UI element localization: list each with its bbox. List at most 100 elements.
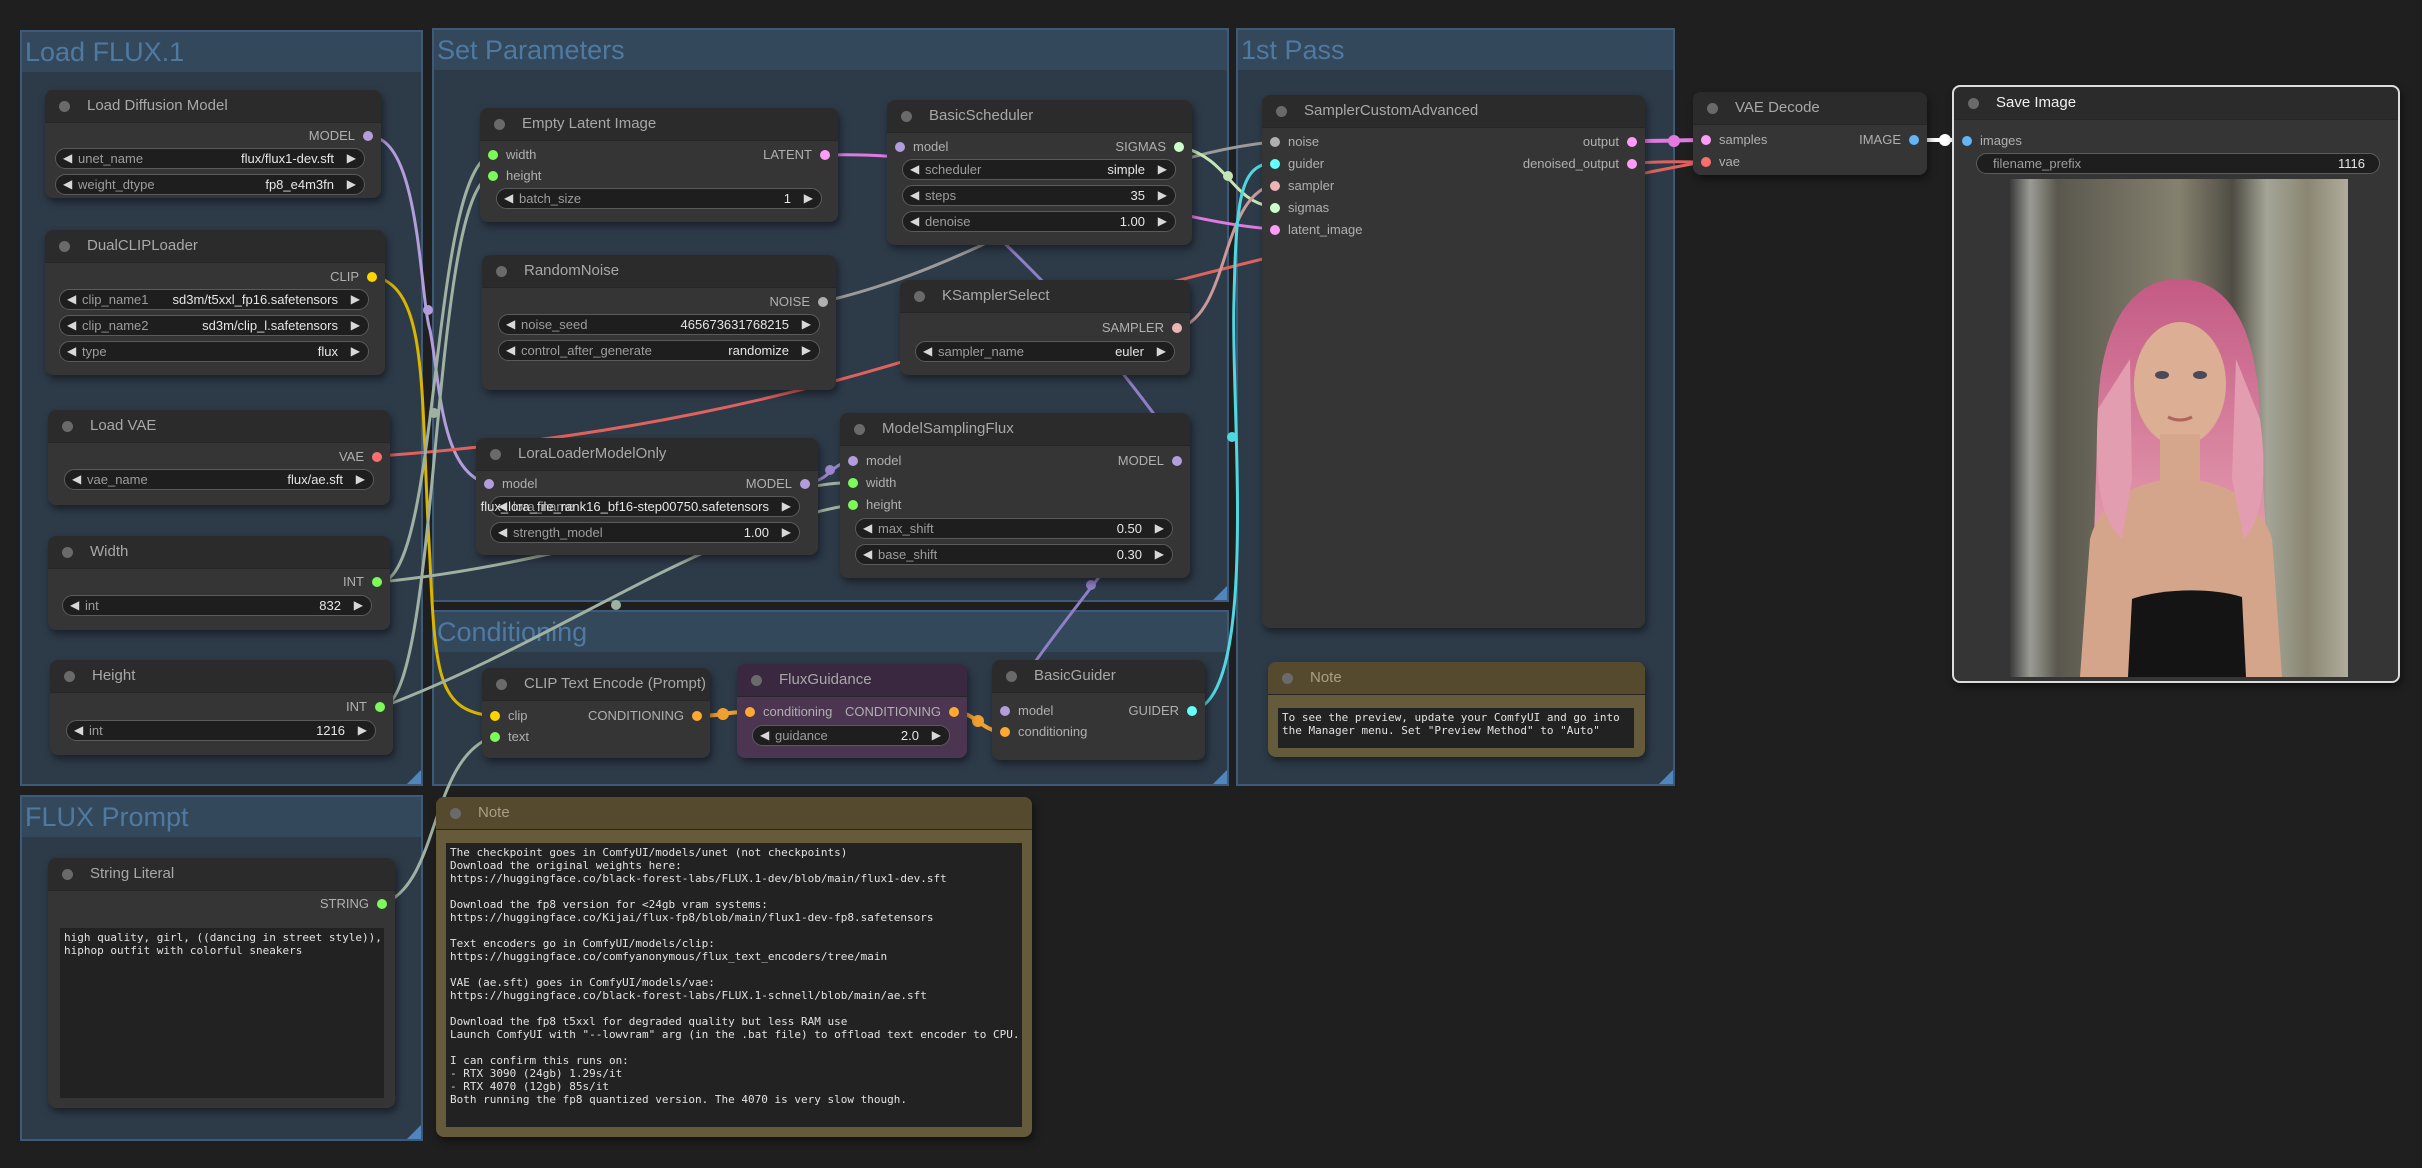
node-random-noise[interactable]: RandomNoise NOISE ◀ noise_seed 46567363176… — [482, 255, 836, 390]
image-preview[interactable] — [2010, 179, 2348, 677]
pin-icon[interactable] — [1270, 203, 1280, 213]
collapse-dot-icon[interactable] — [1707, 103, 1718, 114]
input-slot-vae[interactable]: vae — [1693, 154, 1740, 170]
group-title[interactable]: Load FLUX.1 — [22, 32, 421, 72]
input-slot-guider[interactable]: guider — [1262, 156, 1324, 172]
prompt-text-area[interactable]: high quality, girl, ((dancing in street … — [60, 928, 384, 1098]
group-resize-handle[interactable] — [1213, 586, 1227, 600]
pin-icon[interactable] — [1627, 159, 1637, 169]
arrow-left-icon[interactable]: ◀ — [504, 189, 513, 208]
input-slot-latent-image[interactable]: latent_image — [1262, 222, 1362, 238]
arrow-left-icon[interactable]: ◀ — [910, 160, 919, 179]
arrow-right-icon[interactable]: ▶ — [351, 342, 360, 361]
collapse-dot-icon[interactable] — [1006, 671, 1017, 682]
note-text-area[interactable]: The checkpoint goes in ComfyUI/models/un… — [446, 843, 1022, 1127]
arrow-left-icon[interactable]: ◀ — [863, 545, 872, 564]
collapse-dot-icon[interactable] — [62, 421, 73, 432]
widget-weight-dtype[interactable]: ◀ weight_dtype fp8_e4m3fn ▶ — [55, 174, 365, 195]
arrow-left-icon[interactable]: ◀ — [67, 316, 76, 335]
pin-icon[interactable] — [820, 150, 830, 160]
output-slot-noise[interactable]: NOISE — [770, 294, 836, 310]
arrow-right-icon[interactable]: ▶ — [1155, 545, 1164, 564]
input-slot-height[interactable]: height — [840, 497, 901, 513]
widget-clip-name2[interactable]: ◀ clip_name2 sd3m/clip_l.safetensors ▶ — [59, 315, 369, 336]
widget-strength-model[interactable]: ◀ strength_model 1.00 ▶ — [490, 522, 800, 543]
node-note-main[interactable]: Note The checkpoint goes in ComfyUI/mode… — [436, 797, 1032, 1137]
arrow-right-icon[interactable]: ▶ — [1158, 160, 1167, 179]
node-title[interactable]: FluxGuidance — [737, 664, 967, 697]
collapse-dot-icon[interactable] — [1282, 673, 1293, 684]
widget-guidance[interactable]: ◀ guidance 2.0 ▶ — [752, 725, 950, 746]
arrow-right-icon[interactable]: ▶ — [351, 316, 360, 335]
input-slot-width[interactable]: width — [840, 475, 896, 491]
arrow-right-icon[interactable]: ▶ — [347, 175, 356, 194]
arrow-right-icon[interactable]: ▶ — [347, 149, 356, 168]
output-slot-conditioning[interactable]: CONDITIONING — [588, 708, 710, 724]
arrow-left-icon[interactable]: ◀ — [760, 726, 769, 745]
output-slot-clip[interactable]: CLIP — [330, 269, 385, 285]
output-slot-output[interactable]: output — [1583, 134, 1645, 150]
pin-icon[interactable] — [895, 142, 905, 152]
node-ksampler-select[interactable]: KSamplerSelect SAMPLER ◀ sampler_name eule… — [900, 280, 1190, 375]
pin-icon[interactable] — [488, 150, 498, 160]
node-load-diffusion-model[interactable]: Load Diffusion Model MODEL ◀ unet_name flu… — [45, 90, 381, 198]
arrow-right-icon[interactable]: ▶ — [1157, 342, 1166, 361]
pin-icon[interactable] — [1270, 159, 1280, 169]
group-resize-handle[interactable] — [407, 1125, 421, 1139]
pin-icon[interactable] — [1701, 157, 1711, 167]
arrow-right-icon[interactable]: ▶ — [1155, 519, 1164, 538]
widget-int[interactable]: ◀ int 832 ▶ — [62, 595, 372, 616]
widget-base-shift[interactable]: ◀ base_shift 0.30 ▶ — [855, 544, 1173, 565]
collapse-dot-icon[interactable] — [751, 675, 762, 686]
pin-icon[interactable] — [367, 272, 377, 282]
output-slot-string[interactable]: STRING — [320, 896, 395, 912]
input-slot-sigmas[interactable]: sigmas — [1262, 200, 1329, 216]
pin-icon[interactable] — [818, 297, 828, 307]
input-slot-conditioning[interactable]: conditioning — [737, 704, 832, 720]
collapse-dot-icon[interactable] — [62, 547, 73, 558]
pin-icon[interactable] — [1270, 137, 1280, 147]
widget-filename-prefix[interactable]: filename_prefix 1116 — [1976, 153, 2380, 174]
node-title[interactable]: Load VAE — [48, 410, 390, 443]
input-slot-conditioning[interactable]: conditioning — [992, 724, 1087, 740]
arrow-right-icon[interactable]: ▶ — [782, 497, 791, 516]
node-title[interactable]: Note — [436, 797, 1032, 830]
arrow-left-icon[interactable]: ◀ — [67, 290, 76, 309]
collapse-dot-icon[interactable] — [1968, 98, 1979, 109]
widget-unet-name[interactable]: ◀ unet_name flux/flux1-dev.sft ▶ — [55, 148, 365, 169]
pin-icon[interactable] — [1701, 135, 1711, 145]
group-resize-handle[interactable] — [1213, 770, 1227, 784]
output-slot-model[interactable]: MODEL — [309, 128, 381, 144]
arrow-left-icon[interactable]: ◀ — [63, 149, 72, 168]
group-title[interactable]: FLUX Prompt — [22, 797, 421, 837]
pin-icon[interactable] — [848, 500, 858, 510]
widget-control-after-generate[interactable]: ◀ control_after_generate randomize ▶ — [498, 340, 820, 361]
pin-icon[interactable] — [1174, 142, 1184, 152]
node-clip-text-encode[interactable]: CLIP Text Encode (Prompt) clip text COND… — [482, 668, 710, 758]
widget-type[interactable]: ◀ type flux ▶ — [59, 341, 369, 362]
node-title[interactable]: Width — [48, 536, 390, 569]
node-title[interactable]: ModelSamplingFlux — [840, 413, 1190, 446]
node-title[interactable]: BasicGuider — [992, 660, 1205, 693]
widget-int[interactable]: ◀ int 1216 ▶ — [66, 720, 376, 741]
arrow-left-icon[interactable]: ◀ — [498, 523, 507, 542]
arrow-right-icon[interactable]: ▶ — [802, 341, 811, 360]
input-slot-model[interactable]: model — [887, 139, 948, 155]
arrow-left-icon[interactable]: ◀ — [910, 186, 919, 205]
node-title[interactable]: LoraLoaderModelOnly — [476, 438, 818, 471]
widget-max-shift[interactable]: ◀ max_shift 0.50 ▶ — [855, 518, 1173, 539]
pin-icon[interactable] — [1627, 137, 1637, 147]
pin-icon[interactable] — [490, 732, 500, 742]
widget-vae-name[interactable]: ◀ vae_name flux/ae.sft ▶ — [64, 469, 374, 490]
output-slot-model[interactable]: MODEL — [1118, 453, 1190, 469]
group-title[interactable]: Conditioning — [434, 612, 1227, 652]
pin-icon[interactable] — [488, 171, 498, 181]
arrow-left-icon[interactable]: ◀ — [863, 519, 872, 538]
input-slot-height[interactable]: height — [480, 168, 541, 184]
node-basic-scheduler[interactable]: BasicScheduler model SIGMAS ◀ scheduler si… — [887, 100, 1192, 245]
node-title[interactable]: BasicScheduler — [887, 100, 1192, 133]
arrow-right-icon[interactable]: ▶ — [802, 315, 811, 334]
node-model-sampling-flux[interactable]: ModelSamplingFlux model width height MOD… — [840, 413, 1190, 578]
output-slot-denoised-output[interactable]: denoised_output — [1523, 156, 1645, 172]
arrow-left-icon[interactable]: ◀ — [63, 175, 72, 194]
